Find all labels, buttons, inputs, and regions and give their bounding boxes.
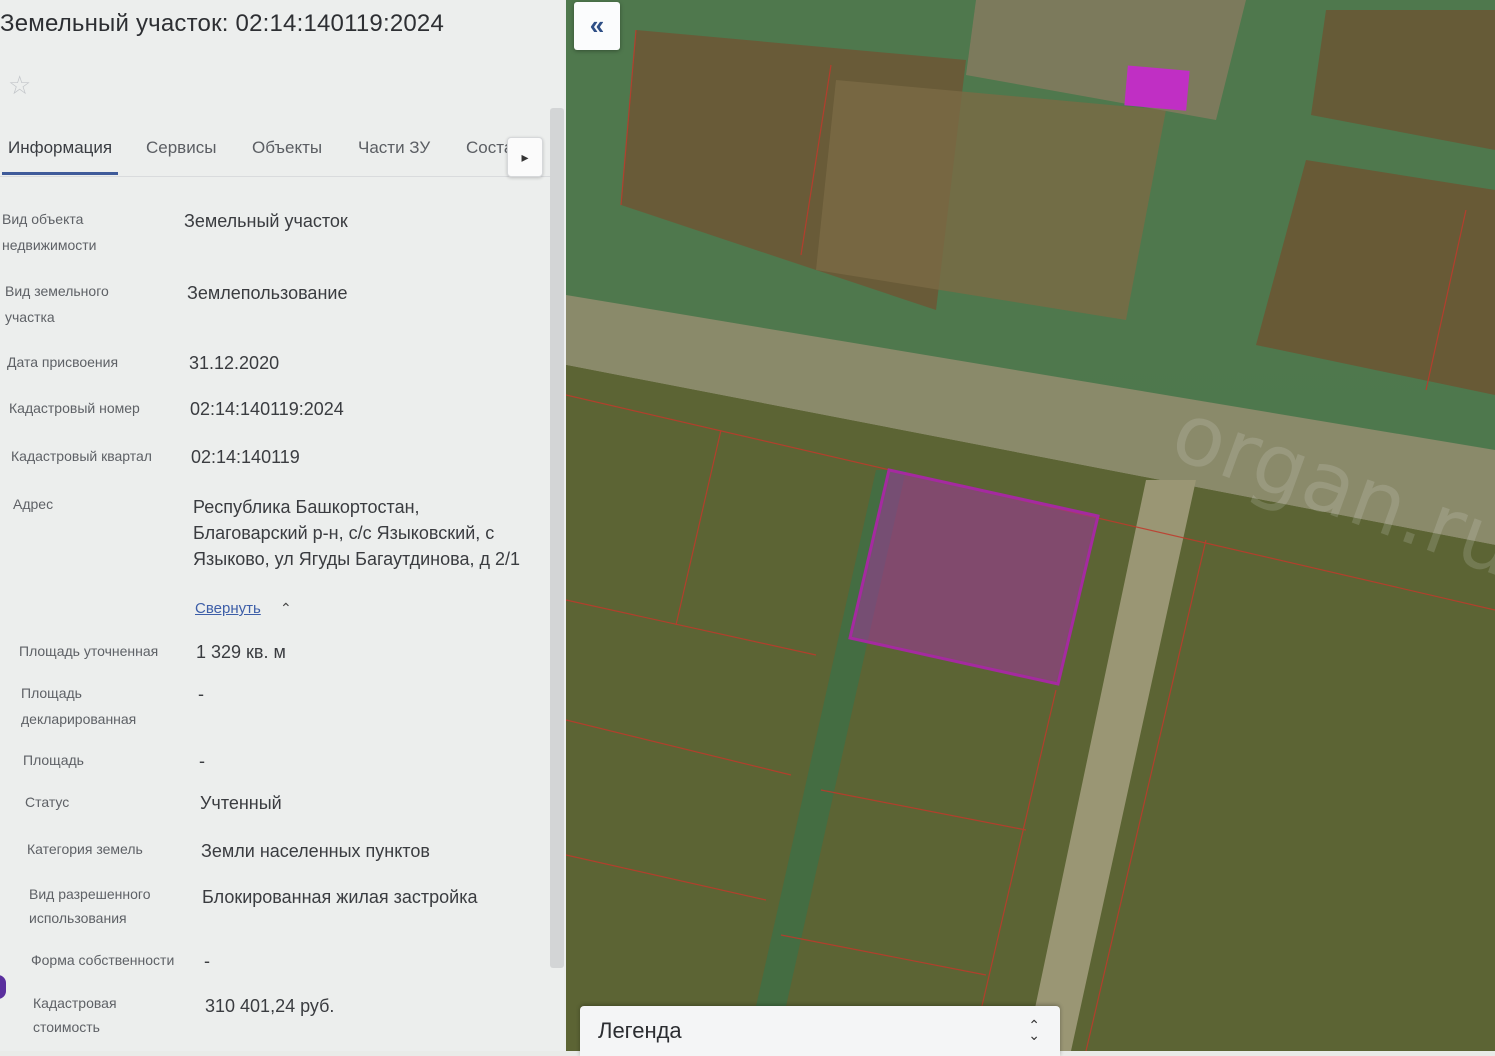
label-status: Статус bbox=[25, 794, 70, 810]
value-area: - bbox=[199, 751, 205, 771]
value-land-type: Землепользование bbox=[187, 283, 348, 303]
chevron-up-down-icon[interactable]: ⌃ ⌄ bbox=[1028, 1018, 1040, 1042]
collapse-address-link[interactable]: Свернуть bbox=[195, 600, 261, 617]
label-area: Площадь bbox=[23, 752, 84, 768]
label-cad-value: Кадастровая стоимость bbox=[33, 995, 117, 1035]
value-cad-number: 02:14:140119:2024 bbox=[190, 399, 344, 419]
label-cad-number: Кадастровый номер bbox=[9, 400, 140, 416]
collapse-panel-button[interactable]: « bbox=[574, 2, 620, 50]
favorite-star-icon[interactable]: ☆ bbox=[8, 70, 31, 101]
value-address: Республика Башкортостан, Благоварский р-… bbox=[193, 497, 521, 569]
label-land-type: Вид земельного участка bbox=[5, 283, 109, 325]
page-title: Земельный участок: 02:14:140119:2024 bbox=[0, 10, 445, 37]
value-permitted-use: Блокированная жилая застройка bbox=[202, 887, 478, 907]
value-ownership: - bbox=[204, 951, 210, 971]
satellite-map[interactable]: organ.ru bbox=[566, 0, 1495, 1051]
tab-composition[interactable]: Соста bbox=[466, 138, 510, 158]
tab-info[interactable]: Информация bbox=[8, 138, 112, 158]
label-permitted-use: Вид разрешенного использования bbox=[29, 886, 151, 926]
value-area-refined: 1 329 кв. м bbox=[196, 642, 286, 662]
info-panel: Земельный участок: 02:14:140119:2024 ☆ И… bbox=[0, 0, 566, 1051]
label-ownership: Форма собственности bbox=[31, 952, 175, 968]
value-land-category: Земли населенных пунктов bbox=[201, 841, 430, 861]
legend-panel[interactable]: Легенда ⌃ ⌄ bbox=[580, 1006, 1060, 1056]
label-address: Адрес bbox=[13, 496, 54, 512]
panel-scrollbar[interactable] bbox=[550, 108, 564, 968]
tab-parts[interactable]: Части ЗУ bbox=[358, 138, 430, 158]
value-area-declared: - bbox=[198, 684, 204, 704]
value-object-type: Земельный участок bbox=[184, 211, 348, 231]
value-assign-date: 31.12.2020 bbox=[189, 353, 280, 373]
tab-objects[interactable]: Объекты bbox=[252, 138, 322, 158]
side-indicator bbox=[0, 975, 6, 999]
label-area-declared: Площадь декларированная bbox=[21, 685, 137, 727]
legend-label: Легенда bbox=[598, 1018, 682, 1043]
value-status: Учтенный bbox=[200, 793, 282, 813]
active-tab-indicator bbox=[2, 172, 118, 175]
building-parcel bbox=[1124, 65, 1190, 111]
value-cad-quarter: 02:14:140119 bbox=[191, 447, 300, 467]
label-cad-quarter: Кадастровый квартал bbox=[11, 448, 152, 464]
label-land-category: Категория земель bbox=[27, 841, 143, 857]
tab-bar: Информация Сервисы Объекты Части ЗУ Сост… bbox=[0, 128, 550, 177]
label-area-refined: Площадь уточненная bbox=[19, 643, 159, 659]
chevron-up-icon[interactable]: ⌃ bbox=[280, 600, 292, 617]
tab-services[interactable]: Сервисы bbox=[146, 138, 216, 158]
label-object-type: Вид объекта недвижимости bbox=[2, 211, 97, 253]
value-cad-value: 310 401,24 руб. bbox=[205, 996, 335, 1016]
chevron-right-icon[interactable]: ▸ bbox=[507, 137, 543, 177]
label-assign-date: Дата присвоения bbox=[7, 354, 119, 370]
